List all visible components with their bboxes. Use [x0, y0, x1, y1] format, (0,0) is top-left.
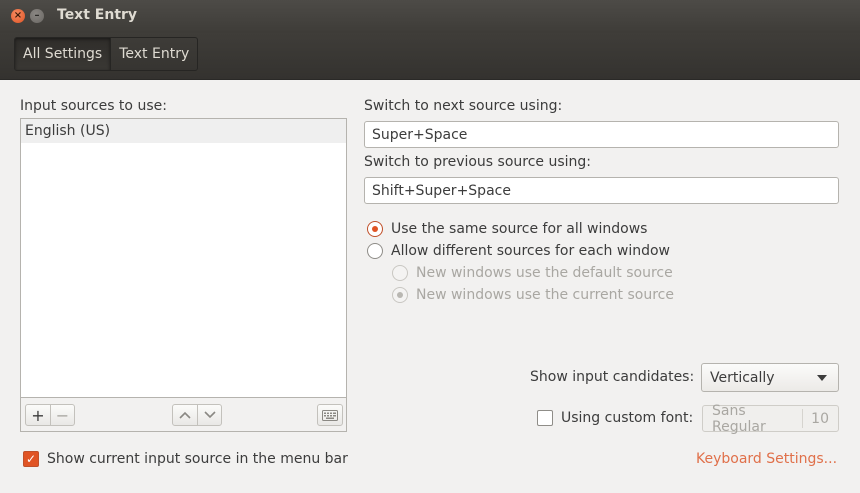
input-sources-toolbar: + −: [20, 398, 347, 432]
radio-current-source: New windows use the current source: [392, 287, 674, 303]
custom-font-toggle[interactable]: Using custom font:: [537, 410, 693, 426]
next-source-shortcut-field[interactable]: Super+Space: [364, 121, 839, 148]
minimize-icon[interactable]: –: [30, 9, 44, 23]
move-down-button[interactable]: [197, 405, 221, 425]
radio-different-sources-label: Allow different sources for each window: [391, 243, 670, 259]
keyboard-icon: [322, 409, 338, 421]
radio-default-source-label: New windows use the default source: [416, 265, 673, 281]
font-name: Sans Regular: [712, 402, 766, 435]
font-chooser-button: Sans Regular 10: [702, 402, 839, 435]
breadcrumb-text-entry[interactable]: Text Entry: [111, 38, 197, 70]
input-sources-label: Input sources to use:: [20, 98, 167, 114]
reorder-group: [172, 404, 222, 426]
prev-source-shortcut-field[interactable]: Shift+Super+Space: [364, 177, 839, 204]
radio-current-source-label: New windows use the current source: [416, 287, 674, 303]
close-icon[interactable]: ×: [11, 9, 25, 23]
toolbar: All Settings Text Entry: [0, 33, 860, 80]
custom-font-label: Using custom font:: [561, 410, 694, 426]
add-source-button[interactable]: +: [26, 405, 50, 425]
breadcrumb: All Settings Text Entry: [14, 37, 199, 71]
input-candidates-value: Vertically: [710, 369, 775, 386]
add-remove-group: + −: [25, 404, 75, 426]
font-size: 10: [811, 410, 829, 427]
remove-source-button[interactable]: −: [50, 405, 74, 425]
next-source-label: Switch to next source using:: [364, 98, 563, 114]
title-bar: × – Text Entry: [0, 0, 860, 33]
prev-source-label: Switch to previous source using:: [364, 154, 592, 170]
font-separator: [802, 409, 804, 428]
dropdown-arrow-icon: [817, 375, 827, 381]
radio-same-source[interactable]: Use the same source for all windows: [367, 221, 647, 237]
checkbox[interactable]: [537, 410, 553, 426]
radio-default-source: New windows use the default source: [392, 265, 673, 281]
radio-indicator: [392, 287, 408, 303]
radio-different-sources[interactable]: Allow different sources for each window: [367, 243, 670, 259]
radio-same-source-label: Use the same source for all windows: [391, 221, 648, 237]
radio-indicator[interactable]: [367, 243, 383, 259]
window-title: Text Entry: [57, 7, 138, 23]
breadcrumb-all-settings[interactable]: All Settings: [15, 38, 111, 70]
keyboard-layout-button[interactable]: [318, 405, 342, 425]
list-item[interactable]: English (US): [21, 119, 346, 143]
radio-indicator[interactable]: [367, 221, 383, 237]
checkbox[interactable]: ✓: [23, 451, 39, 467]
move-up-button[interactable]: [173, 405, 197, 425]
keyboard-settings-link[interactable]: Keyboard Settings...: [696, 451, 837, 467]
input-candidates-label: Show input candidates:: [530, 369, 695, 385]
show-in-menu-bar-toggle[interactable]: ✓ Show current input source in the menu …: [23, 451, 348, 467]
chevron-down-icon: [203, 411, 216, 419]
show-in-menu-bar-label: Show current input source in the menu ba…: [47, 451, 348, 467]
chevron-up-icon: [179, 411, 191, 419]
input-sources-list[interactable]: English (US): [20, 118, 347, 398]
keyboard-layout-group: [317, 404, 343, 426]
input-candidates-dropdown[interactable]: Vertically: [701, 363, 839, 392]
radio-indicator: [392, 265, 408, 281]
